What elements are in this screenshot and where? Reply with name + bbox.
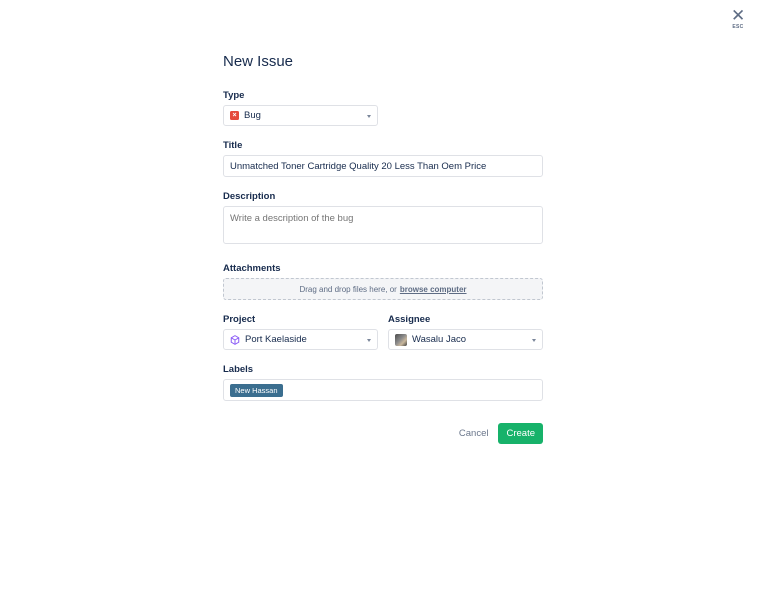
chevron-down-icon <box>367 339 371 342</box>
title-label: Title <box>223 140 243 151</box>
description-field: Description <box>223 191 543 249</box>
bug-icon: × <box>230 111 239 120</box>
form-actions: Cancel Create <box>223 423 543 444</box>
description-input[interactable] <box>223 206 543 244</box>
cube-icon <box>230 334 240 345</box>
cancel-button[interactable]: Cancel <box>459 423 489 444</box>
attachments-dropzone[interactable]: Drag and drop files here, or browse comp… <box>223 278 543 300</box>
attachments-field: Attachments Drag and drop files here, or… <box>223 263 543 300</box>
page-title: New Issue <box>223 53 294 70</box>
esc-label: ESC <box>732 24 744 30</box>
project-value: Port Kaelaside <box>245 334 307 345</box>
labels-field: Labels New Hassan <box>223 364 543 401</box>
description-label: Description <box>223 191 276 202</box>
title-input[interactable] <box>223 155 543 177</box>
type-value: Bug <box>244 110 261 121</box>
chevron-down-icon <box>367 115 371 118</box>
create-button[interactable]: Create <box>498 423 543 444</box>
attachments-label: Attachments <box>223 263 281 274</box>
assignee-label: Assignee <box>388 314 431 325</box>
project-select[interactable]: Port Kaelaside <box>223 329 378 350</box>
assignee-value: Wasalu Jaco <box>412 334 467 345</box>
browse-computer-link[interactable]: browse computer <box>400 285 467 294</box>
type-label: Type <box>223 90 245 101</box>
chevron-down-icon <box>532 339 536 342</box>
type-select[interactable]: × Bug <box>223 105 378 126</box>
close-button[interactable]: ✕ ESC <box>731 6 746 30</box>
dropzone-text: Drag and drop files here, or <box>299 284 397 294</box>
labels-label: Labels <box>223 364 254 375</box>
avatar <box>395 333 407 346</box>
label-tag[interactable]: New Hassan <box>230 383 283 397</box>
assignee-field: Assignee Wasalu Jaco <box>388 314 543 350</box>
new-issue-form: New Issue Type × Bug Title Description A… <box>223 52 543 444</box>
labels-input[interactable]: New Hassan <box>223 379 543 401</box>
project-label: Project <box>223 314 256 325</box>
type-field: Type × Bug <box>223 90 543 126</box>
project-field: Project Port Kaelaside <box>223 314 378 350</box>
project-assignee-row: Project Port Kaelaside Assignee Wasalu J… <box>223 314 543 350</box>
assignee-select[interactable]: Wasalu Jaco <box>388 329 543 350</box>
title-field: Title <box>223 140 543 177</box>
close-icon: ✕ <box>731 6 746 25</box>
